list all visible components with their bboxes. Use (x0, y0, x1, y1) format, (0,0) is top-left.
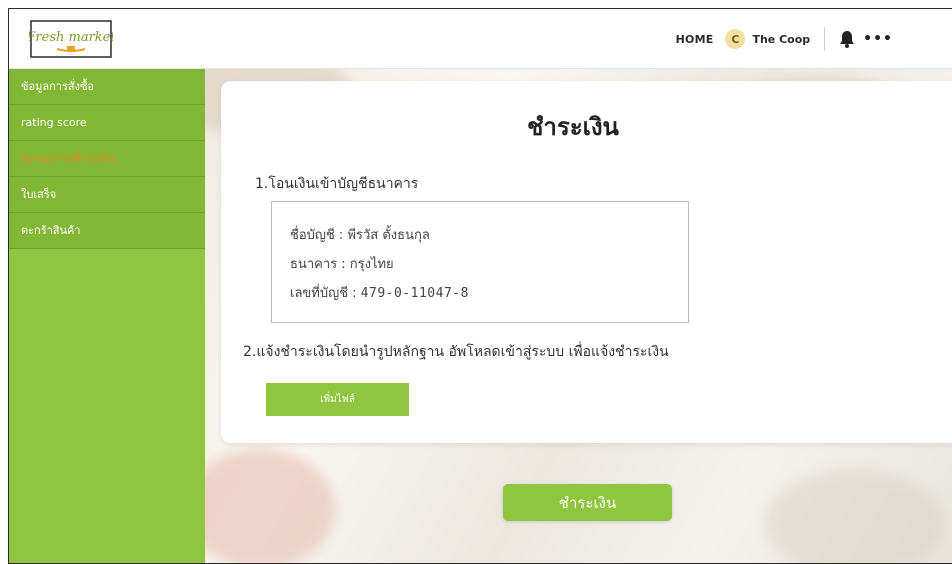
account-number-value: 479-0-11047-8 (360, 286, 469, 301)
avatar[interactable]: C (725, 29, 746, 49)
app-window: Fresh market HOME C The Coop ••• ข้อมูลก… (8, 8, 952, 564)
background-decoration (205, 449, 335, 563)
bank-name-row: ธนาคาร : กรุงไทย (290, 253, 394, 274)
account-name-value: พีรวัส ตั้งธนกุล (347, 228, 430, 243)
sidebar-item-rating-score[interactable]: rating score (9, 105, 205, 141)
main-content: ชำระเงิน 1.โอนเงินเข้าบัญชีธนาคาร ชื่อบั… (205, 69, 952, 563)
payment-card: ชำระเงิน 1.โอนเงินเข้าบัญชีธนาคาร ชื่อบั… (221, 81, 952, 443)
sidebar: ข้อมูลการสั่งซื้อ rating score สถานะการช… (9, 69, 205, 563)
bank-name-label: ธนาคาร : (290, 257, 350, 272)
bank-name-value: กรุงไทย (349, 257, 394, 272)
pay-button[interactable]: ชำระเงิน (503, 484, 672, 521)
sidebar-item-order-info[interactable]: ข้อมูลการสั่งซื้อ (9, 69, 205, 105)
fresh-market-logo[interactable]: Fresh market (29, 19, 113, 59)
add-file-button[interactable]: เพิ่มไฟล์ (266, 383, 409, 416)
more-options-icon[interactable]: ••• (863, 31, 893, 47)
top-header: Fresh market HOME C The Coop ••• (9, 9, 952, 69)
background-decoration (765, 469, 945, 563)
sidebar-item-receipt[interactable]: ใบเสร็จ (9, 177, 205, 213)
account-name-label: ชื่อบัญชี : (290, 228, 348, 243)
bell-icon[interactable] (839, 30, 855, 48)
bank-account-box: ชื่อบัญชี : พีรวัส ตั้งธนกุล ธนาคาร : กร… (271, 201, 689, 323)
step-1-heading: 1.โอนเงินเข้าบัญชีธนาคาร (255, 176, 419, 192)
top-nav: HOME C The Coop ••• (676, 9, 893, 69)
sidebar-item-payment-status[interactable]: สถานะการชำระเงิน (9, 141, 205, 177)
step-2-heading: 2.แจ้งชำระเงินโดยนำรูปหลักฐาน อัพโหลดเข้… (243, 344, 669, 360)
account-number-label: เลขที่บัญชี : (290, 286, 361, 301)
sidebar-item-cart[interactable]: ตะกร้าสินค้า (9, 213, 205, 249)
store-name[interactable]: The Coop (752, 33, 810, 46)
logo-text: Fresh market (29, 30, 113, 45)
nav-divider (824, 27, 826, 51)
home-link[interactable]: HOME (676, 33, 714, 46)
account-number-row: เลขที่บัญชี : 479-0-11047-8 (290, 282, 469, 303)
page-title: ชำระเงิน (527, 113, 619, 141)
account-name-row: ชื่อบัญชี : พีรวัส ตั้งธนกุล (290, 224, 430, 245)
